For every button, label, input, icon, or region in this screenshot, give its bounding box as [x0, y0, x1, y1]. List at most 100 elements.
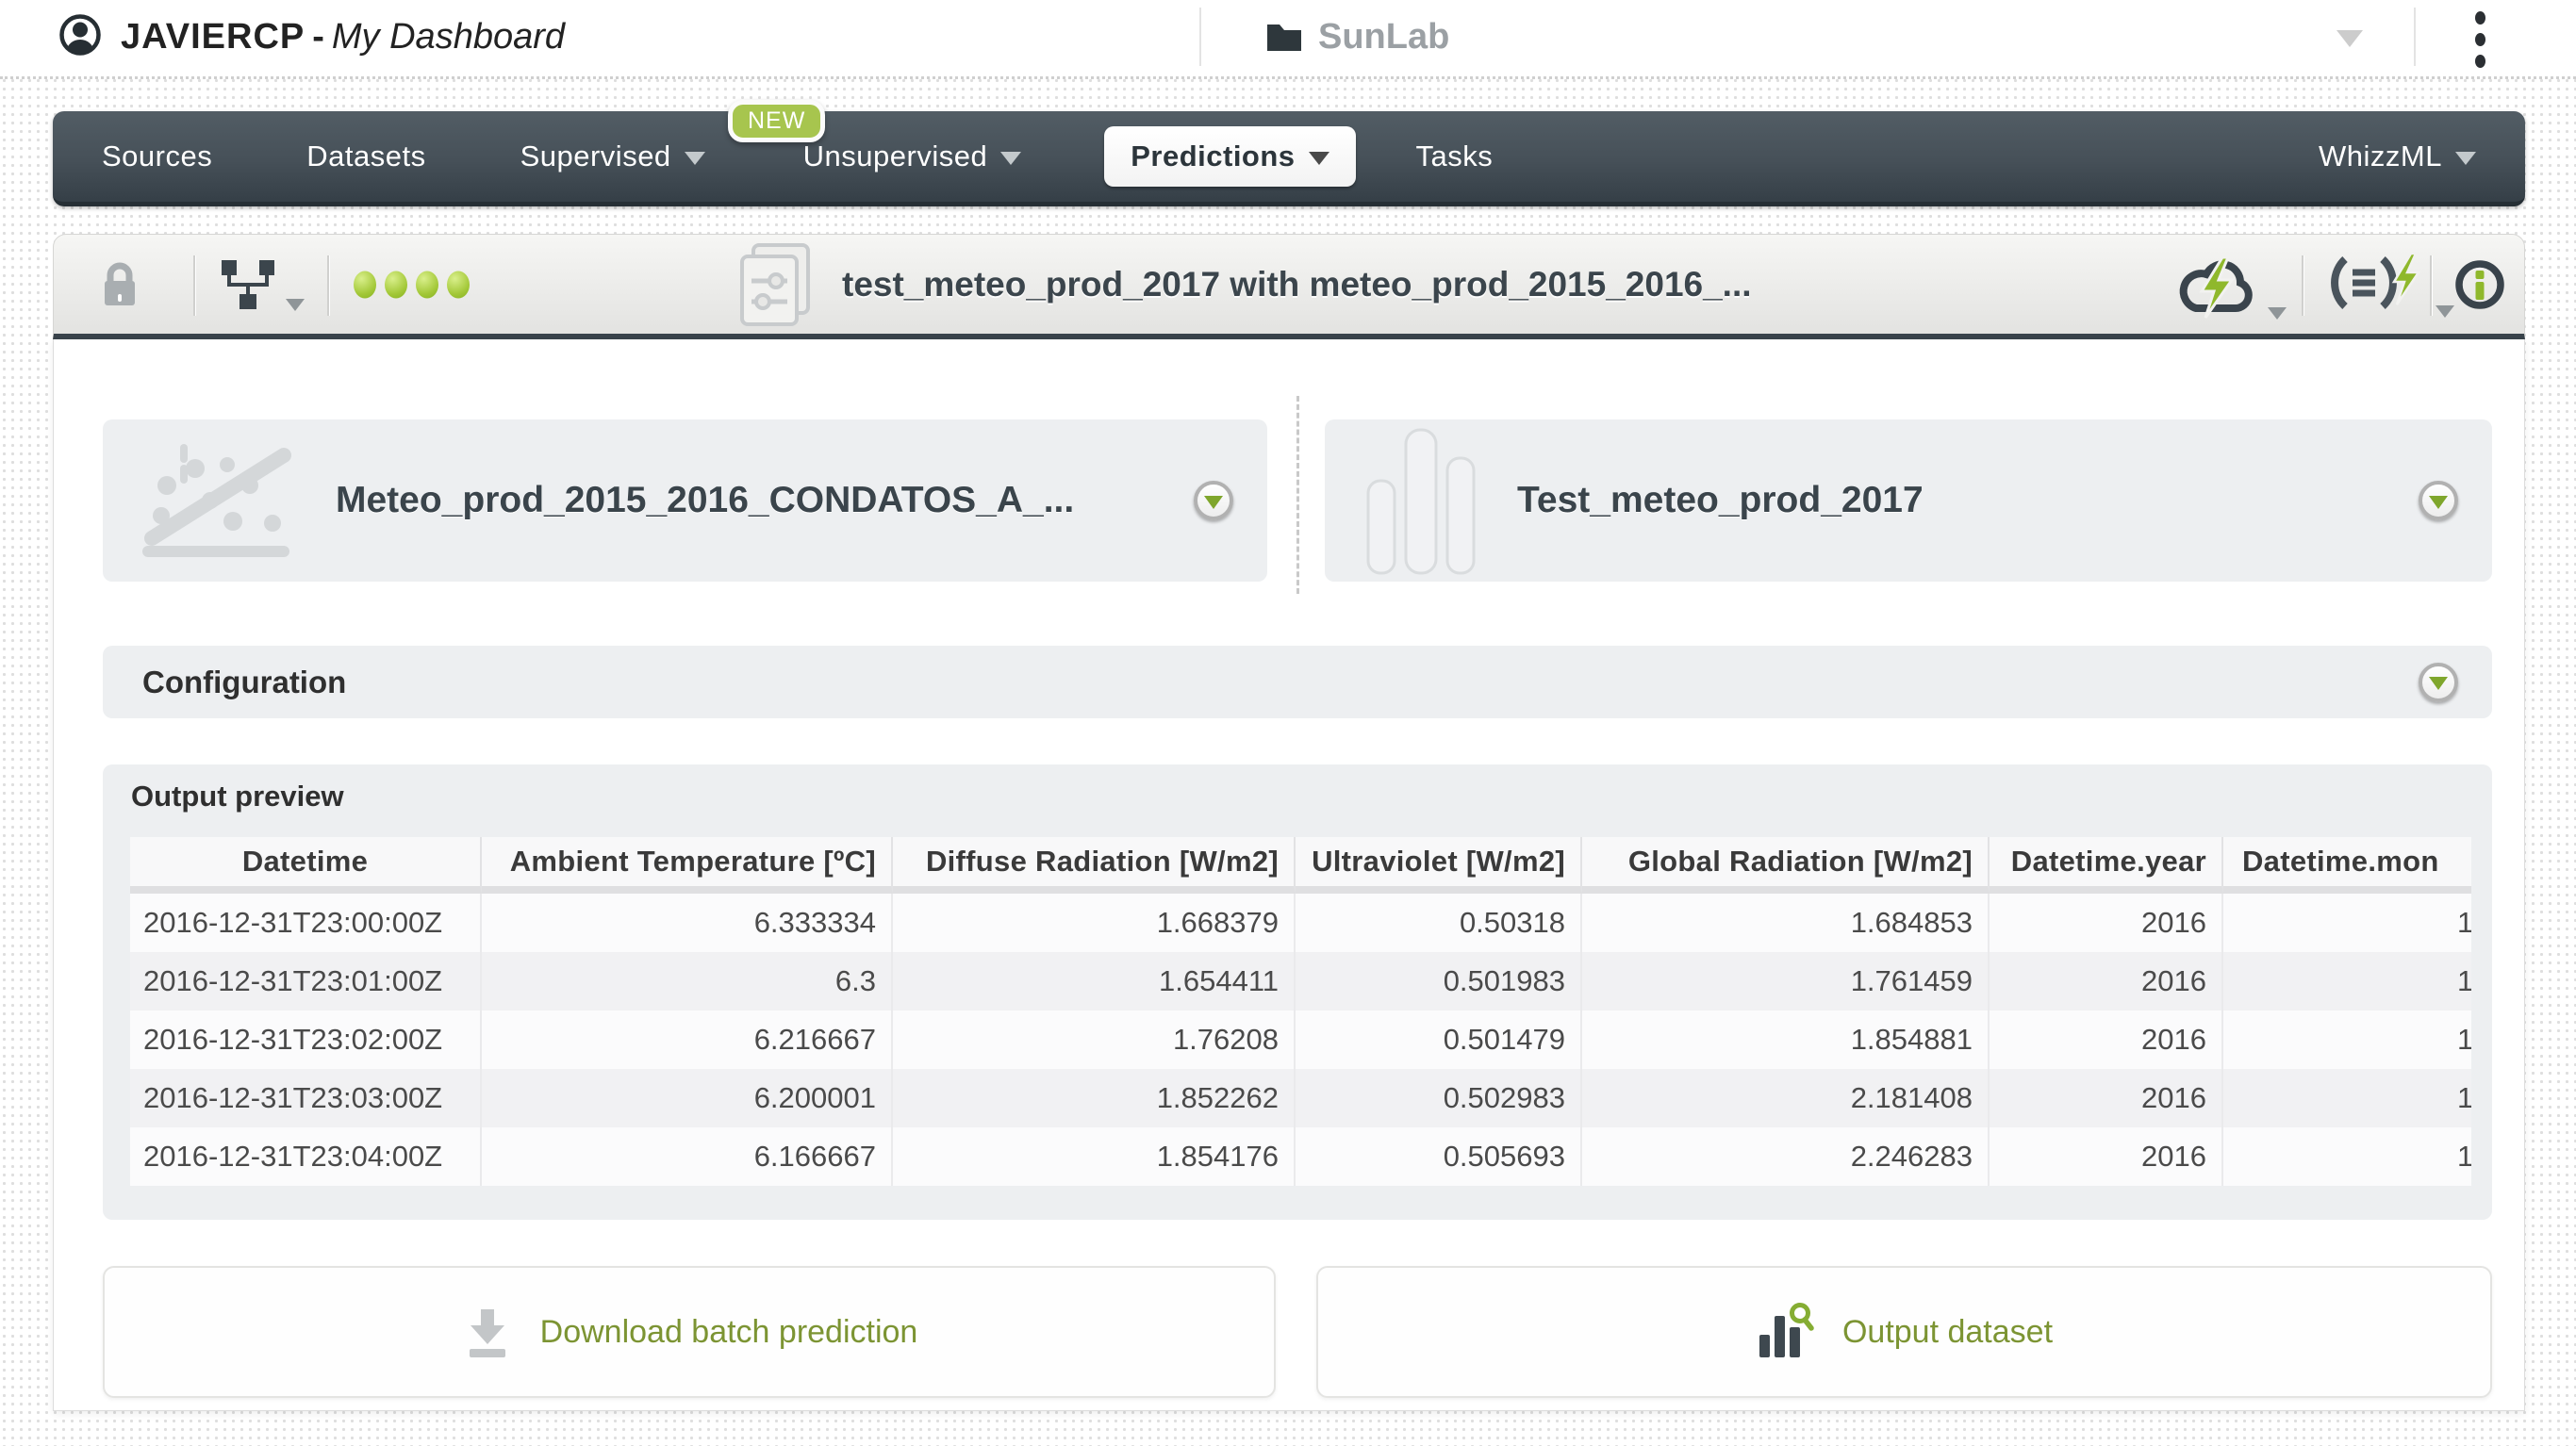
kebab-menu-icon[interactable] — [2461, 11, 2499, 68]
lock-icon[interactable] — [99, 260, 140, 309]
cloud-actions-icon[interactable] — [2173, 250, 2287, 320]
model-panel-toggle[interactable] — [1194, 481, 1233, 520]
nav-item-tasks[interactable]: Tasks — [1416, 140, 1494, 173]
panel-divider — [1296, 396, 1299, 594]
output-dataset-label: Output dataset — [1842, 1314, 2053, 1351]
dashboard-title: JAVIERCP-My Dashboard — [121, 17, 565, 58]
table-row: 2016-12-31T23:01:00Z6.31.6544110.5019831… — [130, 952, 2471, 1011]
chevron-down-icon — [685, 152, 705, 165]
chevron-down-icon — [2436, 305, 2454, 318]
table-row: 2016-12-31T23:02:00Z6.2166671.762080.501… — [130, 1011, 2471, 1069]
configuration-label: Configuration — [142, 665, 346, 700]
top-header: JAVIERCP-My Dashboard SunLab — [0, 0, 2576, 79]
table-row: 2016-12-31T23:04:00Z6.1666671.8541760.50… — [130, 1127, 2471, 1186]
header-divider-2 — [2414, 8, 2416, 66]
nav-item-unsupervised[interactable]: Unsupervised — [803, 140, 1022, 173]
chevron-down-icon — [286, 299, 305, 311]
output-dataset-button[interactable]: Output dataset — [1316, 1266, 2492, 1398]
table-row: 2016-12-31T23:00:00Z6.3333341.6683790.50… — [130, 894, 2471, 952]
nav-item-datasets[interactable]: Datasets — [306, 140, 425, 173]
status-dot — [354, 271, 376, 298]
model-panel[interactable]: Meteo_prod_2015_2016_CONDATOS_A_... — [103, 419, 1267, 582]
project-chevron-down-icon[interactable] — [2337, 30, 2363, 47]
chevron-down-icon — [2455, 152, 2476, 165]
table-cell: 1.854176 — [893, 1127, 1296, 1186]
table-cell: 2016-12-31T23:00:00Z — [130, 894, 482, 952]
table-cell: 2016 — [1990, 894, 2223, 952]
chevron-down-icon — [2268, 307, 2287, 320]
table-cell: 2016-12-31T23:04:00Z — [130, 1127, 482, 1186]
model-name: Meteo_prod_2015_2016_CONDATOS_A_... — [336, 480, 1074, 521]
triangle-down-icon — [1204, 496, 1223, 509]
dataset-icon — [1366, 424, 1478, 577]
column-header: Diffuse Radiation [W/m2] — [893, 837, 1296, 894]
table-cell: 0.502983 — [1296, 1069, 1582, 1127]
resource-title: test_meteo_prod_2017 with meteo_prod_201… — [842, 265, 1752, 304]
sitemap-icon[interactable] — [220, 258, 305, 311]
table-cell: 6.333334 — [482, 894, 893, 952]
table-cell: 2016 — [1990, 1127, 2223, 1186]
configuration-section[interactable]: Configuration — [103, 646, 2492, 718]
output-dataset-icon — [1756, 1303, 1816, 1361]
toolbar-divider — [2430, 255, 2432, 316]
new-badge: NEW — [728, 100, 825, 142]
table-cell: 0.505693 — [1296, 1127, 1582, 1186]
dataset-panel[interactable]: Test_meteo_prod_2017 — [1325, 419, 2492, 582]
output-preview-table-container[interactable]: DatetimeAmbient Temperature [ºC]Diffuse … — [130, 837, 2471, 1195]
table-cell: 1.76208 — [893, 1011, 1296, 1069]
toolbar-divider — [327, 255, 329, 316]
output-preview-panel: Output preview DatetimeAmbient Temperatu… — [103, 764, 2492, 1220]
column-header: Ultraviolet [W/m2] — [1296, 837, 1582, 894]
scripting-actions-icon[interactable] — [2328, 252, 2454, 318]
info-icon[interactable] — [2454, 259, 2505, 310]
header-divider — [1199, 8, 1201, 66]
status-dot — [416, 271, 438, 298]
project-name[interactable]: SunLab — [1318, 17, 1449, 58]
table-cell: 0.501983 — [1296, 952, 1582, 1011]
dataset-panel-toggle[interactable] — [2419, 481, 2458, 520]
table-cell: 1.761459 — [1582, 952, 1990, 1011]
output-preview-table: DatetimeAmbient Temperature [ºC]Diffuse … — [130, 837, 2471, 1186]
nav-item-sources[interactable]: Sources — [102, 140, 212, 173]
table-cell: 1.668379 — [893, 894, 1296, 952]
download-batch-prediction-button[interactable]: Download batch prediction — [103, 1266, 1276, 1398]
table-cell: 2016-12-31T23:02:00Z — [130, 1011, 482, 1069]
table-cell: 0.50318 — [1296, 894, 1582, 952]
status-dots — [354, 271, 470, 298]
main-content: Meteo_prod_2015_2016_CONDATOS_A_... Test… — [53, 339, 2525, 1411]
user-avatar-icon[interactable] — [58, 13, 102, 57]
table-cell: 6.3 — [482, 952, 893, 1011]
table-cell: 1 — [2223, 894, 2471, 952]
table-cell: 2016-12-31T23:01:00Z — [130, 952, 482, 1011]
chevron-down-icon — [1000, 152, 1021, 165]
toolbar-divider — [2302, 255, 2304, 316]
table-cell: 0.501479 — [1296, 1011, 1582, 1069]
resource-toolbar: test_meteo_prod_2017 with meteo_prod_201… — [53, 234, 2525, 339]
nav-item-predictions-selected[interactable]: Predictions — [1104, 126, 1355, 187]
table-cell: 1.854881 — [1582, 1011, 1990, 1069]
model-icon — [135, 440, 300, 561]
table-cell: 2016 — [1990, 952, 2223, 1011]
toolbar-divider — [193, 255, 195, 316]
nav-item-whizzml[interactable]: WhizzML — [2319, 140, 2476, 173]
chevron-down-icon — [1309, 152, 1329, 165]
status-dot — [447, 271, 470, 298]
column-header: Datetime.mon — [2223, 837, 2471, 894]
username: JAVIERCP — [121, 17, 305, 57]
table-cell: 2.181408 — [1582, 1069, 1990, 1127]
download-icon — [461, 1306, 514, 1358]
table-cell: 1.852262 — [893, 1069, 1296, 1127]
project-folder-icon — [1265, 21, 1303, 53]
page: JAVIERCP-My Dashboard SunLab NEW Sources… — [0, 0, 2576, 1446]
table-cell: 6.166667 — [482, 1127, 893, 1186]
configuration-toggle[interactable] — [2419, 663, 2458, 702]
table-cell: 1.684853 — [1582, 894, 1990, 952]
table-cell: 1 — [2223, 952, 2471, 1011]
batch-prediction-icon — [735, 241, 819, 328]
table-cell: 6.216667 — [482, 1011, 893, 1069]
nav-item-supervised[interactable]: Supervised — [520, 140, 705, 173]
table-cell: 2016 — [1990, 1011, 2223, 1069]
preview-header-row: DatetimeAmbient Temperature [ºC]Diffuse … — [130, 837, 2471, 894]
column-header: Ambient Temperature [ºC] — [482, 837, 893, 894]
column-header: Datetime.year — [1990, 837, 2223, 894]
